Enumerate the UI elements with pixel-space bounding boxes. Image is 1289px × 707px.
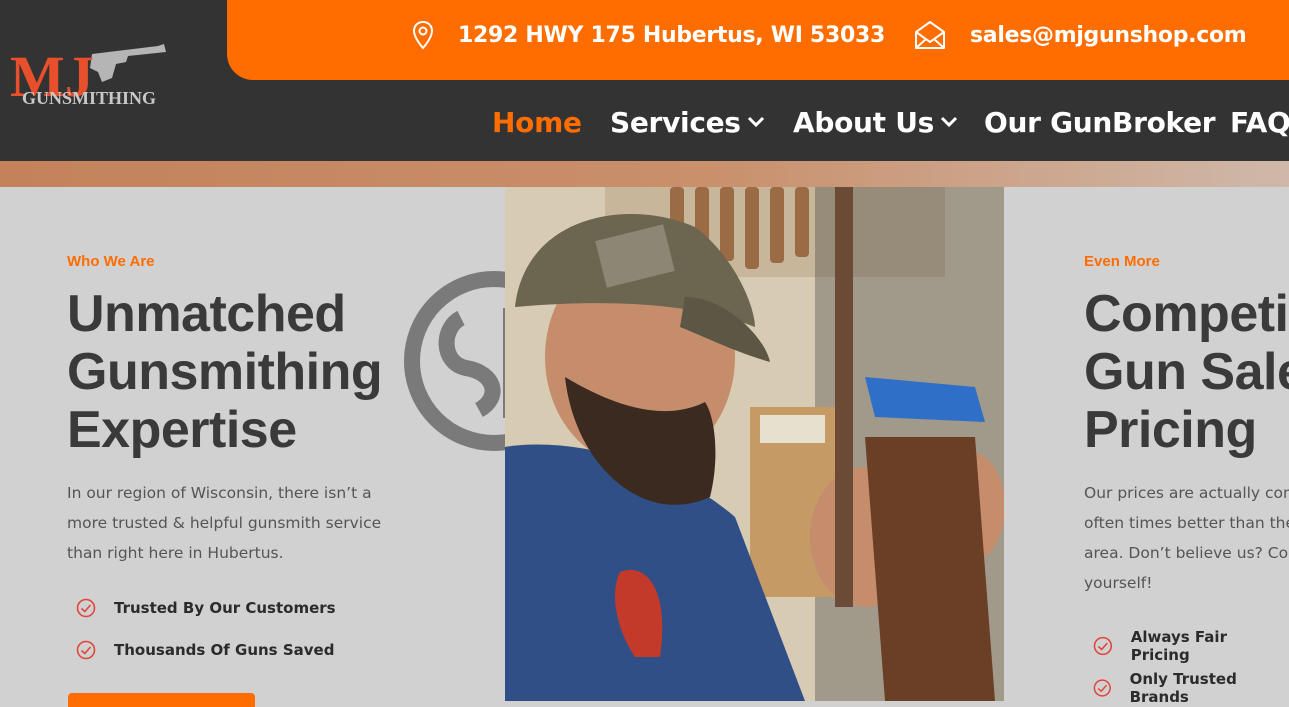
nav-label-our-gunbroker[interactable]: Our GunBroker — [984, 106, 1216, 139]
mj-gunsmithing-logo[interactable]: MJ GUNSMITHING — [8, 38, 168, 133]
nav-label-home[interactable]: Home — [492, 106, 582, 139]
address-contact[interactable]: 1292 HWY 175 Hubertus, WI 53033 — [412, 0, 885, 70]
right-paragraph-line: often times better than the — [1084, 514, 1289, 532]
check-circle-icon — [76, 640, 96, 660]
right-headline-line: Competi — [1084, 285, 1289, 343]
check-item-label: Thousands Of Guns Saved — [114, 641, 335, 659]
nav-label-services[interactable]: Services — [610, 106, 741, 139]
logo-wordmark: GUNSMITHING — [22, 88, 156, 108]
right-headline: Competi Gun Sale Pricing — [1084, 285, 1289, 459]
left-headline-line: Gunsmithing — [67, 343, 383, 401]
email-text[interactable]: sales@mjgunshop.com — [970, 23, 1247, 48]
nav-item-our-gunbroker[interactable]: Our GunBroker — [984, 100, 1216, 144]
left-paragraph-line: than right here in Hubertus. — [67, 544, 284, 562]
check-item-label: Trusted By Our Customers — [114, 599, 336, 617]
gunsmith-photo — [505, 187, 1004, 701]
left-check-item: Thousands Of Guns Saved — [76, 640, 334, 660]
right-paragraph: Our prices are actually comp often times… — [1084, 478, 1289, 598]
left-headline-line: Expertise — [67, 401, 297, 459]
nav-item-about-us[interactable]: About Us — [793, 100, 958, 144]
map-pin-icon — [412, 20, 434, 50]
check-circle-icon — [1093, 636, 1113, 656]
right-headline-line: Gun Sale — [1084, 343, 1289, 401]
right-check-item: Always Fair Pricing — [1093, 628, 1289, 664]
check-circle-icon — [1093, 679, 1111, 697]
cta-button[interactable] — [68, 693, 255, 707]
chevron-down-icon[interactable] — [940, 116, 958, 128]
nav-label-about-us[interactable]: About Us — [793, 106, 934, 139]
chevron-down-icon[interactable] — [747, 116, 765, 128]
right-paragraph-line: Our prices are actually comp — [1084, 484, 1289, 502]
left-eyebrow: Who We Are — [67, 253, 155, 270]
right-paragraph-line: yourself! — [1084, 574, 1153, 592]
left-paragraph: In our region of Wisconsin, there isn’t … — [67, 478, 381, 568]
nav-item-home[interactable]: Home — [492, 100, 582, 144]
hero-gradient-band — [0, 161, 1289, 187]
left-paragraph-line: In our region of Wisconsin, there isn’t … — [67, 484, 372, 502]
left-headline: Unmatched Gunsmithing Expertise — [67, 285, 383, 459]
right-headline-line: Pricing — [1084, 401, 1257, 459]
right-eyebrow: Even More — [1084, 253, 1160, 270]
check-circle-icon — [76, 598, 96, 618]
envelope-icon — [915, 21, 945, 49]
email-contact[interactable]: sales@mjgunshop.com — [914, 0, 1247, 70]
check-item-label: Always Fair Pricing — [1130, 628, 1227, 664]
left-headline-line: Unmatched — [67, 285, 346, 343]
right-paragraph-line: area. Don’t believe us? Com — [1084, 544, 1289, 562]
left-paragraph-line: more trusted & helpful gunsmith service — [67, 514, 382, 532]
nav-label-faq[interactable]: FAQ — [1230, 106, 1289, 139]
nav-item-faq[interactable]: FAQ — [1230, 100, 1289, 144]
nav-item-services[interactable]: Services — [610, 100, 765, 144]
left-check-item: Trusted By Our Customers — [76, 598, 336, 618]
address-text[interactable]: 1292 HWY 175 Hubertus, WI 53033 — [458, 23, 885, 48]
